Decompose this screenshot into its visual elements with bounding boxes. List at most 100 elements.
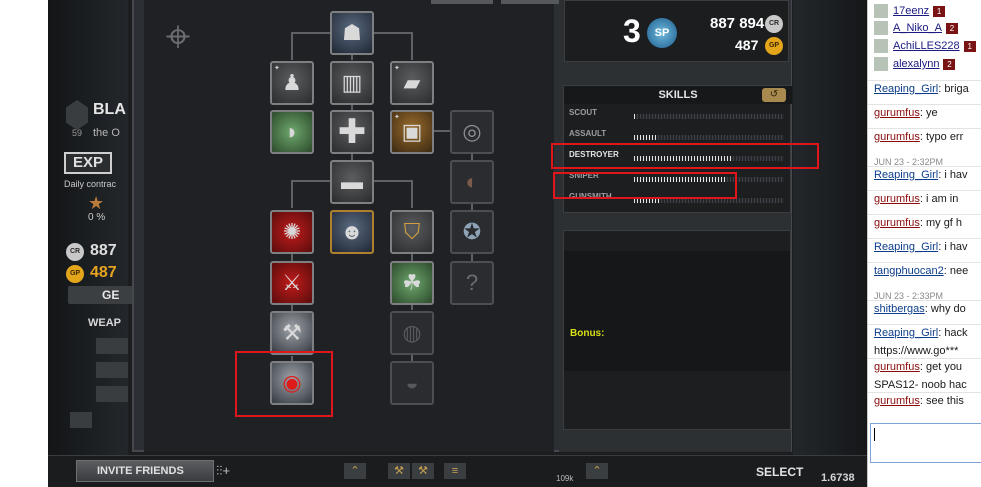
- user-row[interactable]: AchiLLES228 1: [874, 39, 976, 55]
- chat-message: Reaping_Girl: i hav: [874, 240, 981, 254]
- message-author[interactable]: gurumfus: [874, 361, 920, 373]
- message-text: : my gf h: [919, 217, 963, 229]
- message-author[interactable]: gurumfus: [874, 217, 920, 229]
- select-button[interactable]: SELECT: [756, 465, 803, 479]
- value-label: 109k: [556, 474, 574, 483]
- message-author[interactable]: tangphuocan2: [874, 265, 944, 277]
- skill-node-blade[interactable]: ⚒: [270, 311, 314, 355]
- avatar: [874, 21, 888, 35]
- skill-row-scout[interactable]: SCOUT: [564, 106, 792, 126]
- message-divider: [868, 214, 981, 215]
- message-author[interactable]: Reaping_Girl: [874, 83, 938, 95]
- gp-icon: GP: [66, 265, 84, 283]
- cr-value: 887: [90, 242, 117, 259]
- skill-node-portrait[interactable]: ☻: [330, 210, 374, 254]
- message-continuation: SPAS12- noob hac: [874, 379, 967, 391]
- user-badge: 2: [943, 58, 956, 70]
- save-icon[interactable]: [70, 412, 92, 428]
- weapon-slot[interactable]: [96, 386, 128, 402]
- skill-node-shield[interactable]: ⛉: [390, 210, 434, 254]
- user-name[interactable]: AchiLLES228: [893, 40, 960, 52]
- chat-message: Reaping_Girl: i hav: [874, 168, 981, 182]
- message-text: : i am in: [919, 193, 959, 205]
- user-row[interactable]: A_Niko_A 2: [874, 21, 958, 37]
- user-name[interactable]: 17eenz: [893, 5, 929, 17]
- message-divider: [868, 238, 981, 239]
- user-name[interactable]: alexalynn: [893, 58, 939, 70]
- skill-name: ASSAULT: [569, 129, 607, 138]
- message-author[interactable]: Reaping_Girl: [874, 169, 938, 181]
- chat-message: gurumfus: typo err: [874, 130, 981, 144]
- message-author[interactable]: shitbergas: [874, 303, 925, 315]
- player-name: BLA: [93, 101, 126, 118]
- tool-icon[interactable]: ⚒: [388, 463, 410, 479]
- message-author[interactable]: gurumfus: [874, 107, 920, 119]
- skill-node-ammo[interactable]: ▥: [330, 61, 374, 105]
- skill-node-star[interactable]: ✪: [450, 210, 494, 254]
- exp-button[interactable]: EXP: [64, 152, 112, 174]
- refresh-icon[interactable]: ↺: [762, 88, 786, 102]
- rank-icon[interactable]: ⌃: [344, 463, 366, 479]
- chat-input[interactable]: [870, 423, 981, 463]
- skill-node-soldier[interactable]: ☗: [330, 11, 374, 55]
- skill-node-red-2[interactable]: ⚔: [270, 261, 314, 305]
- skill-node-armor[interactable]: ◗: [270, 110, 314, 154]
- skill-node-radar[interactable]: ◎: [450, 110, 494, 154]
- message-text: : nee: [943, 265, 969, 277]
- gp-icon: GP: [765, 37, 783, 55]
- skill-node-launcher[interactable]: ▬: [330, 160, 374, 204]
- message-author[interactable]: Reaping_Girl: [874, 327, 938, 339]
- message-continuation: https://www.go***: [874, 345, 959, 357]
- skill-points-value: 3: [623, 13, 641, 49]
- user-row[interactable]: alexalynn 2: [874, 57, 956, 73]
- tree-connector: [411, 32, 413, 60]
- skill-node-medic[interactable]: ✚: [330, 110, 374, 154]
- message-author[interactable]: gurumfus: [874, 131, 920, 143]
- message-divider: [868, 80, 981, 81]
- description-area: [564, 251, 790, 371]
- weapons-label: WEAP: [88, 317, 121, 329]
- skill-node-dim[interactable]: ◍: [390, 311, 434, 355]
- tool-icon[interactable]: ⚒: [412, 463, 434, 479]
- ammo-icon[interactable]: ≡: [444, 463, 466, 479]
- message-author[interactable]: gurumfus: [874, 395, 920, 407]
- cr-icon: CR: [66, 243, 84, 261]
- skill-bar: [634, 114, 784, 119]
- skill-points-box: 3 SP 887 894 CR 487 GP: [564, 0, 789, 62]
- tab[interactable]: [501, 0, 559, 4]
- chat-message: Reaping_Girl: hack: [874, 326, 981, 340]
- skill-node-green[interactable]: ☘: [390, 261, 434, 305]
- skill-node-red-1[interactable]: ✺: [270, 210, 314, 254]
- invite-friends-button[interactable]: INVITE FRIENDS: [76, 460, 214, 482]
- chat-message: gurumfus: see this: [874, 394, 981, 408]
- highlight-gunsmith: [553, 172, 737, 199]
- weapon-slot[interactable]: [96, 338, 128, 354]
- message-text: : hack: [938, 327, 968, 339]
- highlight-gunsmith-node: [235, 351, 333, 417]
- message-author[interactable]: gurumfus: [874, 193, 920, 205]
- skill-fill: [634, 114, 637, 119]
- add-friends-icon[interactable]: ⫶⫶+: [216, 463, 230, 479]
- message-divider: [868, 190, 981, 191]
- skill-node-face[interactable]: ◐: [450, 160, 494, 204]
- skill-name: SCOUT: [569, 108, 597, 117]
- skill-node-backpack[interactable]: ✦ ▣: [390, 110, 434, 154]
- tab[interactable]: [431, 0, 493, 4]
- user-name[interactable]: A_Niko_A: [893, 22, 942, 34]
- message-divider: [868, 128, 981, 129]
- message-divider: [868, 392, 981, 393]
- skill-node-officer[interactable]: ✦ ♟: [270, 61, 314, 105]
- user-row[interactable]: 17eenz 1: [874, 4, 946, 20]
- message-author[interactable]: Reaping_Girl: [874, 241, 938, 253]
- skill-node-weapon[interactable]: ✦ ▰: [390, 61, 434, 105]
- star-icon: ★: [88, 193, 105, 213]
- weapon-slot[interactable]: [96, 362, 128, 378]
- rank-icon[interactable]: ⌃: [586, 463, 608, 479]
- message-text: : typo err: [919, 131, 964, 143]
- player-subtitle: the O: [93, 127, 120, 139]
- skill-node-locked[interactable]: ?: [450, 261, 494, 305]
- skill-node-helmet[interactable]: ◒: [390, 361, 434, 405]
- message-text: : why do: [924, 303, 966, 315]
- chat-message: gurumfus: ye: [874, 106, 981, 120]
- message-divider: [868, 262, 981, 263]
